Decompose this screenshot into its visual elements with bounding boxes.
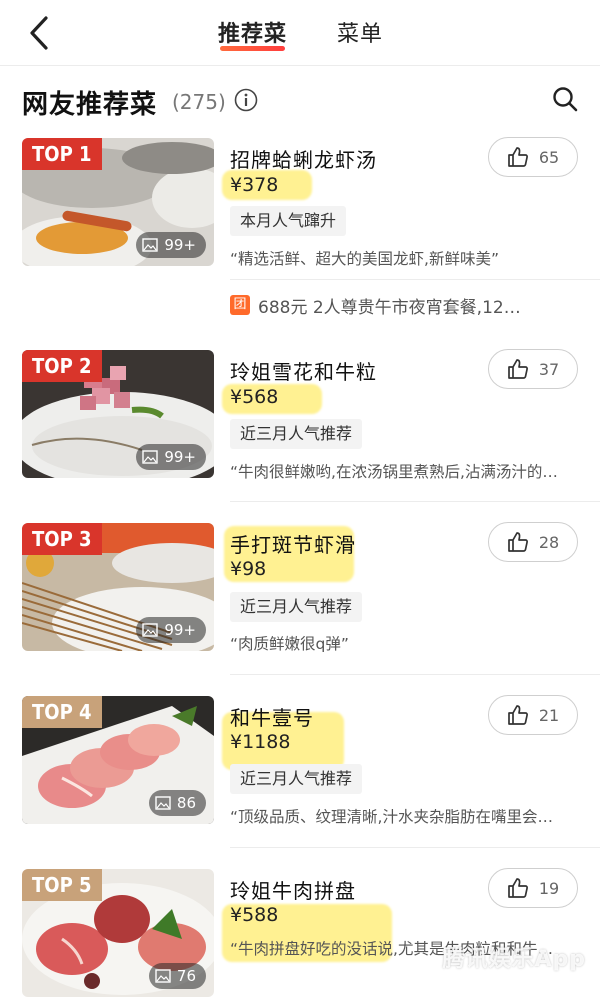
divider — [230, 674, 600, 675]
active-tab-indicator — [220, 46, 286, 51]
thumbs-up-icon — [507, 878, 528, 898]
dish-price: ¥378 — [230, 174, 279, 196]
photo-count: 99+ — [164, 621, 196, 639]
like-button[interactable]: 65 — [488, 137, 578, 177]
thumbs-up-icon — [507, 147, 528, 167]
like-button[interactable]: 28 — [488, 522, 578, 562]
photo-count-badge: 99+ — [136, 617, 206, 643]
image-icon — [142, 450, 159, 464]
dish-photo[interactable]: TOP 2 99+ — [22, 350, 214, 478]
rank-badge: TOP 1 — [22, 138, 102, 170]
watermark: 腾讯娱乐App — [442, 947, 586, 972]
top-nav-bar: 推荐菜 菜单 — [0, 0, 600, 66]
dish-review-quote: “精选活鲜、超大的美国龙虾,新鲜味美” — [230, 250, 499, 268]
photo-count-badge: 76 — [148, 963, 206, 989]
dish-name[interactable]: 招牌蛤蜊龙虾汤 — [230, 144, 377, 173]
dish-photo[interactable]: TOP 4 86 — [22, 696, 214, 824]
photo-count: 76 — [176, 967, 196, 985]
photo-count: 86 — [176, 794, 196, 812]
section-count: (275) — [172, 90, 226, 114]
dish-review-quote: “牛肉很鲜嫩哟,在浓汤锅里煮熟后,沾满汤汁的… — [230, 463, 558, 481]
like-button[interactable]: 19 — [488, 868, 578, 908]
photo-count-badge: 86 — [148, 790, 206, 816]
rank-badge: TOP 4 — [22, 696, 102, 728]
dish-name[interactable]: 手打斑节虾滑 — [230, 529, 356, 558]
dish-price: ¥588 — [230, 904, 279, 926]
tab-menu[interactable]: 菜单 — [337, 16, 383, 48]
dish-photo[interactable]: TOP 3 99+ — [22, 523, 214, 651]
like-count: 37 — [538, 359, 560, 379]
image-icon — [142, 238, 159, 252]
divider — [230, 501, 600, 502]
section-header: 网友推荐菜 (275) — [22, 82, 582, 120]
dish-name[interactable]: 玲姐雪花和牛粒 — [230, 356, 377, 385]
tab-recommended-label: 推荐菜 — [218, 22, 288, 47]
dish-price: ¥1188 — [230, 731, 291, 753]
dish-photo[interactable]: TOP 1 99+ — [22, 138, 214, 266]
group-deal-badge: 团 — [230, 295, 250, 315]
photo-count-badge: 99+ — [136, 444, 206, 470]
rank-badge: TOP 2 — [22, 350, 102, 382]
dish-tag: 本月人气蹿升 — [230, 206, 347, 236]
tab-recommended[interactable]: 推荐菜 — [218, 16, 288, 51]
section-title: 网友推荐菜 — [22, 90, 158, 120]
dish-review-quote: “顶级品质、纹理清晰,汁水夹杂脂肪在嘴里会… — [230, 808, 553, 826]
rank-badge: TOP 3 — [22, 523, 102, 555]
rank-badge: TOP 5 — [22, 869, 102, 901]
like-count: 28 — [538, 532, 560, 552]
dish-tag: 近三月人气推荐 — [230, 592, 363, 622]
group-deal-row[interactable]: 团 688元 2人尊贵午市夜宵套餐,12… — [230, 288, 590, 324]
dish-name[interactable]: 玲姐牛肉拼盘 — [230, 875, 356, 904]
thumbs-up-icon — [507, 359, 528, 379]
photo-count: 99+ — [164, 236, 196, 254]
tab-bar: 推荐菜 菜单 — [0, 0, 600, 66]
dish-name[interactable]: 和牛壹号 — [230, 702, 314, 731]
dish-price: ¥568 — [230, 386, 279, 408]
like-button[interactable]: 37 — [488, 349, 578, 389]
dish-tag: 近三月人气推荐 — [230, 764, 363, 794]
info-icon[interactable] — [234, 88, 258, 112]
divider — [230, 279, 600, 280]
photo-count: 99+ — [164, 448, 196, 466]
thumbs-up-icon — [507, 532, 528, 552]
search-icon[interactable] — [552, 86, 578, 112]
like-count: 19 — [538, 878, 560, 898]
dish-price: ¥98 — [230, 558, 267, 580]
photo-count-badge: 99+ — [136, 232, 206, 258]
image-icon — [155, 796, 171, 810]
group-deal-text: 688元 2人尊贵午市夜宵套餐,12… — [258, 298, 521, 318]
dish-photo[interactable]: TOP 5 76 — [22, 869, 214, 997]
like-button[interactable]: 21 — [488, 695, 578, 735]
dish-review-quote: “肉质鲜嫩很q弹” — [230, 635, 349, 653]
like-count: 21 — [538, 705, 560, 725]
thumbs-up-icon — [507, 705, 528, 725]
divider — [230, 847, 600, 848]
image-icon — [155, 969, 171, 983]
tab-menu-label: 菜单 — [337, 22, 384, 47]
dish-tag: 近三月人气推荐 — [230, 419, 363, 449]
image-icon — [142, 623, 159, 637]
like-count: 65 — [538, 147, 560, 167]
